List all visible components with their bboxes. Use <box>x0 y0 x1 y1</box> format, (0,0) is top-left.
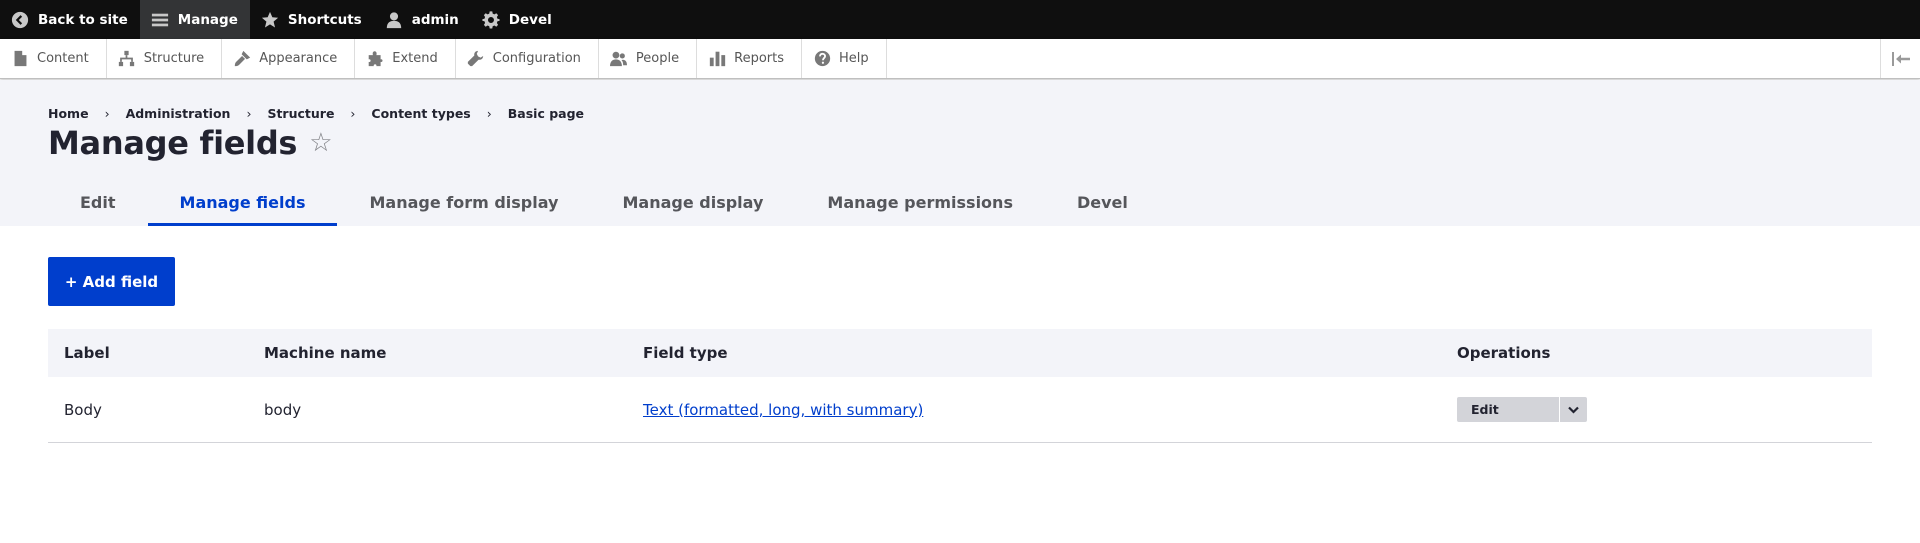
operations-dropbutton: Edit <box>1457 397 1587 422</box>
page-header: Home › Administration › Structure › Cont… <box>0 80 1920 226</box>
tray-item-label: Structure <box>143 51 205 66</box>
wrench-icon <box>466 49 486 69</box>
collapse-arrow-icon <box>1891 51 1910 66</box>
column-header-label: Label <box>64 344 110 362</box>
breadcrumb-structure[interactable]: Structure <box>267 106 334 121</box>
shortcut-star-icon[interactable]: ☆ <box>309 130 332 156</box>
tab-devel[interactable]: Devel <box>1045 178 1160 226</box>
add-field-button[interactable]: + Add field <box>48 257 175 306</box>
paintbrush-icon <box>232 49 252 69</box>
fields-table: Label Machine name Field type Operations… <box>48 329 1872 443</box>
breadcrumb-separator: › <box>486 106 492 121</box>
back-arrow-icon <box>10 10 30 30</box>
admin-menu-tray: Content Structure Appearance Extend Conf… <box>0 39 1920 79</box>
tray-item-content[interactable]: Content <box>0 39 107 78</box>
column-header-field-type: Field type <box>643 344 728 362</box>
breadcrumb-content-types[interactable]: Content types <box>371 106 470 121</box>
tray-item-label: People <box>635 51 680 66</box>
field-label: Body <box>64 400 102 419</box>
toolbar-item-label: Back to site <box>38 11 128 28</box>
toolbar-item-label: Shortcuts <box>287 11 362 28</box>
user-icon <box>384 10 404 30</box>
breadcrumb-separator: › <box>104 106 110 121</box>
admin-toolbar: Back to site Manage Shortcuts admin Deve… <box>0 0 1920 39</box>
tray-item-structure[interactable]: Structure <box>107 39 223 78</box>
column-header-machine-name: Machine name <box>264 344 387 362</box>
tray-item-label: Reports <box>734 51 784 66</box>
tab-edit[interactable]: Edit <box>48 178 148 226</box>
tray-item-reports[interactable]: Reports <box>697 39 802 78</box>
breadcrumb-separator: › <box>246 106 252 121</box>
puzzle-icon <box>365 49 385 69</box>
tab-manage-permissions[interactable]: Manage permissions <box>795 178 1045 226</box>
tray-item-label: Configuration <box>492 51 581 66</box>
star-icon <box>260 10 280 30</box>
help-icon <box>812 49 832 69</box>
people-icon <box>609 49 629 69</box>
tab-manage-fields[interactable]: Manage fields <box>147 178 338 226</box>
toolbar-item-label: Manage <box>177 11 238 28</box>
sitemap-icon <box>117 49 137 69</box>
breadcrumb: Home › Administration › Structure › Cont… <box>48 106 584 121</box>
toolbar-item-label: Devel <box>508 11 552 28</box>
table-row: Body body Text (formatted, long, with su… <box>48 377 1872 443</box>
operations-toggle[interactable] <box>1560 397 1587 422</box>
edit-button[interactable]: Edit <box>1457 397 1559 422</box>
field-type-link[interactable]: Text (formatted, long, with summary) <box>643 401 923 419</box>
primary-tabs: Edit Manage fields Manage form display M… <box>48 178 1160 226</box>
tray-item-people[interactable]: People <box>599 39 698 78</box>
hamburger-menu-icon <box>150 10 170 30</box>
breadcrumb-separator: › <box>350 106 356 121</box>
toolbar-item-user[interactable]: admin <box>374 0 471 39</box>
table-header: Label Machine name Field type Operations <box>48 329 1872 377</box>
tray-item-label: Help <box>839 51 869 66</box>
document-icon <box>10 49 30 69</box>
tab-manage-display[interactable]: Manage display <box>590 178 795 226</box>
breadcrumb-administration[interactable]: Administration <box>126 106 231 121</box>
page-title-row: Manage fields ☆ <box>48 124 333 162</box>
breadcrumb-home[interactable]: Home <box>48 106 89 121</box>
toolbar-item-back-to-site[interactable]: Back to site <box>0 0 140 39</box>
toolbar-item-label: admin <box>411 11 459 28</box>
tray-item-help[interactable]: Help <box>802 39 887 78</box>
column-header-operations: Operations <box>1457 344 1551 362</box>
tray-orientation-toggle[interactable] <box>1880 39 1920 78</box>
page-title: Manage fields <box>48 124 298 162</box>
gear-icon <box>481 10 501 30</box>
chevron-down-icon <box>1568 406 1579 414</box>
tab-manage-form-display[interactable]: Manage form display <box>337 178 590 226</box>
tray-item-configuration[interactable]: Configuration <box>456 39 599 78</box>
tray-item-appearance[interactable]: Appearance <box>222 39 356 78</box>
tray-item-label: Appearance <box>259 51 338 66</box>
toolbar-item-devel[interactable]: Devel <box>471 0 564 39</box>
toolbar-item-manage[interactable]: Manage <box>139 0 250 39</box>
bar-chart-icon <box>707 49 727 69</box>
toolbar-item-shortcuts[interactable]: Shortcuts <box>250 0 374 39</box>
tray-item-extend[interactable]: Extend <box>355 39 456 78</box>
tray-item-label: Extend <box>392 51 438 66</box>
breadcrumb-basic-page[interactable]: Basic page <box>508 106 584 121</box>
field-machine-name: body <box>264 400 302 419</box>
tray-item-label: Content <box>37 51 89 66</box>
